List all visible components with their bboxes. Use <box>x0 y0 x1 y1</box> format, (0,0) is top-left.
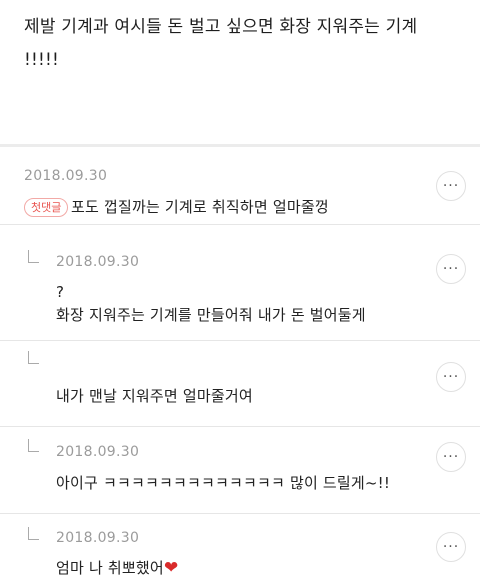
more-options-icon[interactable]: ··· <box>436 442 466 472</box>
reply-arrow-icon <box>28 439 39 452</box>
post-title-line1: 제발 기계과 여시들 돈 벌고 싶으면 화장 지워주는 기계 <box>24 17 418 37</box>
reply-arrow-icon <box>28 527 39 540</box>
reply-item: 내가 맨날 지워주면 얼마줄거여 ··· <box>0 341 480 427</box>
reply-item: 2018.09.30 엄마 나 취뽀했어❤ ··· <box>0 514 480 588</box>
post-title: 제발 기계과 여시들 돈 벌고 싶으면 화장 지워주는 기계 !!!!! <box>24 11 464 77</box>
comment-text-line1: ? <box>56 283 65 301</box>
more-options-icon[interactable]: ··· <box>436 254 466 284</box>
more-options-icon[interactable]: ··· <box>436 532 466 562</box>
comment-date: 2018.09.30 <box>56 530 140 546</box>
comment-text: 내가 맨날 지워주면 얼마줄거여 <box>56 387 253 405</box>
comment-text: 포도 껍질까는 기계로 취직하면 얼마줄껑 <box>71 198 329 216</box>
post-title-line2: !!!!! <box>24 50 60 70</box>
comment-text-row: 엄마 나 취뽀했어❤ <box>56 556 178 580</box>
comment-text: 엄마 나 취뽀했어 <box>56 559 164 577</box>
reply-item: 2018.09.30 아이구 ㅋㅋㅋㅋㅋㅋㅋㅋㅋㅋㅋㅋㅋ 많이 드릴게~!! ·… <box>0 427 480 514</box>
comment-date: 2018.09.30 <box>24 168 108 184</box>
reply-item: 2018.09.30 ? 화장 지워주는 기계를 만들어줘 내가 돈 벌어둘게 … <box>0 225 480 341</box>
comment-text-line2: 화장 지워주는 기계를 만들어줘 내가 돈 벌어둘게 <box>56 306 366 324</box>
reply-arrow-icon <box>28 250 39 263</box>
comment-date: 2018.09.30 <box>56 254 140 270</box>
comment-text: 아이구 ㅋㅋㅋㅋㅋㅋㅋㅋㅋㅋㅋㅋㅋ 많이 드릴게~!! <box>56 474 391 492</box>
reply-arrow-icon <box>28 351 39 364</box>
more-options-icon[interactable]: ··· <box>436 362 466 392</box>
comment-date: 2018.09.30 <box>56 444 140 460</box>
more-options-icon[interactable]: ··· <box>436 171 466 201</box>
heart-icon: ❤ <box>163 558 179 578</box>
first-comment-badge: 첫댓글 <box>24 198 69 217</box>
comment-item: 2018.09.30 첫댓글 포도 껍질까는 기계로 취직하면 얼마줄껑 ··· <box>0 147 480 225</box>
